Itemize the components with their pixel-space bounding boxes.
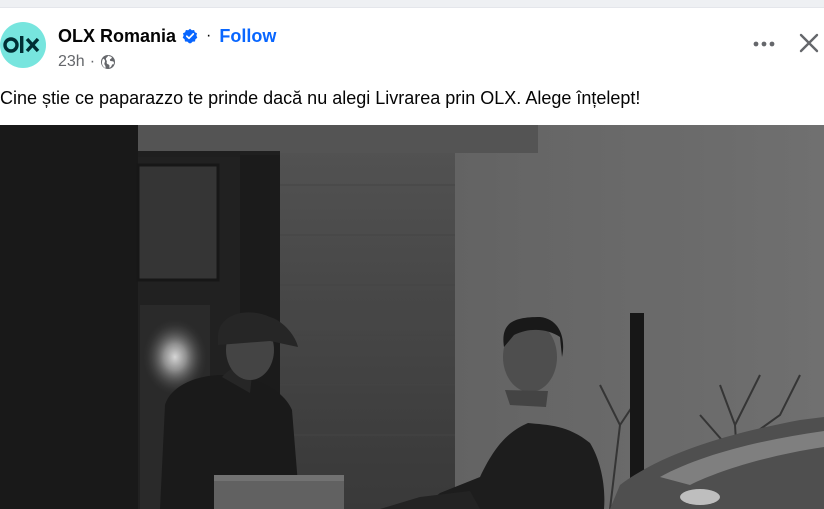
close-button[interactable]: [794, 28, 824, 58]
meta-separator: ·: [89, 53, 96, 70]
post-caption: Cine știe ce paparazzo te prinde dacă nu…: [0, 88, 641, 108]
timestamp[interactable]: 23h: [58, 53, 85, 71]
page-avatar[interactable]: [0, 22, 46, 68]
separator-dot: ·: [206, 27, 212, 44]
post-photo[interactable]: [0, 125, 824, 509]
more-options-button[interactable]: [748, 32, 780, 56]
close-icon: [799, 33, 819, 53]
post-meta: 23h ·: [58, 53, 116, 71]
post-header: OLX Romania · Follow 23h ·: [0, 8, 824, 84]
follow-button[interactable]: Follow: [219, 26, 276, 47]
photo-scene: [0, 125, 824, 509]
more-options-icon: [753, 41, 775, 47]
name-row: OLX Romania · Follow: [58, 24, 276, 48]
globe-icon: [100, 54, 116, 70]
verified-badge-icon: [182, 28, 198, 44]
page-name[interactable]: OLX Romania: [58, 26, 176, 47]
olx-logo-icon: [3, 36, 40, 53]
top-strip: [0, 0, 824, 8]
